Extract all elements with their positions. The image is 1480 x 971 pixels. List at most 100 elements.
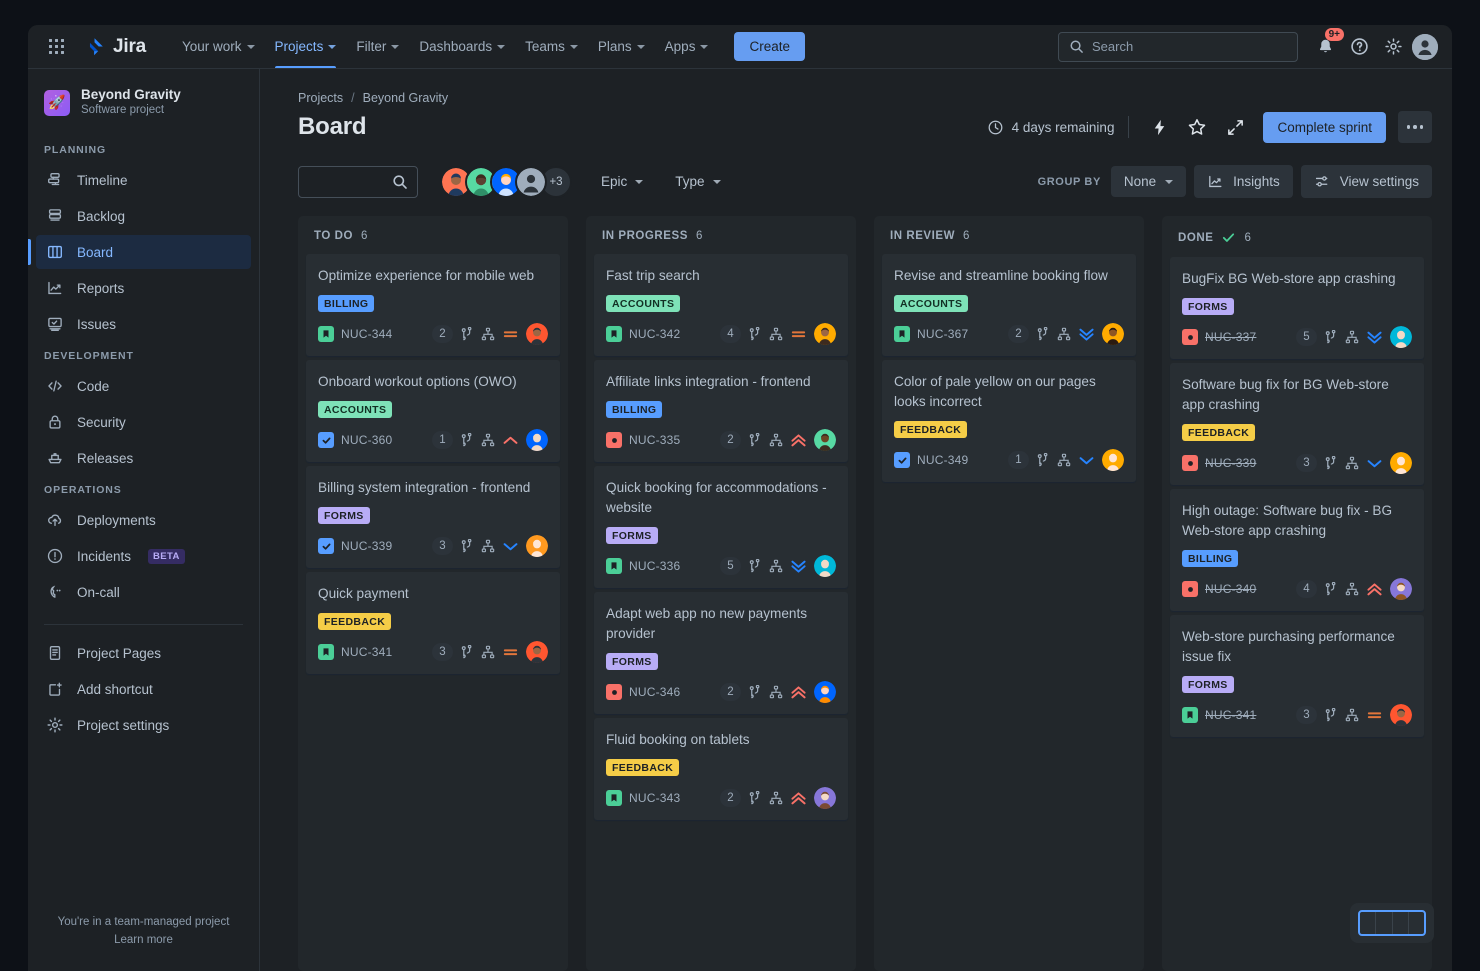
nav-plans[interactable]: Plans bbox=[588, 25, 655, 68]
assignee-avatar[interactable] bbox=[814, 323, 836, 345]
issue-card[interactable]: Software bug fix for BG Web-store app cr… bbox=[1170, 363, 1424, 485]
automation-bolt-button[interactable] bbox=[1143, 111, 1175, 143]
issue-card[interactable]: Fast trip searchACCOUNTSNUC-3424 bbox=[594, 254, 848, 356]
section-title-development: DEVELOPMENT bbox=[28, 342, 259, 368]
complete-sprint-button[interactable]: Complete sprint bbox=[1263, 112, 1386, 143]
notifications-button[interactable]: 9+ bbox=[1310, 32, 1340, 62]
issue-card[interactable]: Adapt web app no new payments providerFO… bbox=[594, 592, 848, 714]
app-switcher-icon[interactable] bbox=[42, 33, 70, 61]
issue-key[interactable]: NUC-340 bbox=[1205, 582, 1256, 596]
assignee-facepile: +3 bbox=[440, 166, 572, 198]
issue-key[interactable]: NUC-344 bbox=[341, 327, 392, 341]
sidebar-item-issues[interactable]: Issues bbox=[36, 307, 251, 341]
assignee-avatar[interactable] bbox=[814, 429, 836, 451]
assignee-avatar[interactable] bbox=[1390, 578, 1412, 600]
breadcrumb-projects[interactable]: Projects bbox=[298, 91, 343, 105]
assignee-avatar[interactable] bbox=[814, 787, 836, 809]
board-search-input[interactable] bbox=[298, 166, 418, 198]
issue-card[interactable]: Quick booking for accommodations - websi… bbox=[594, 466, 848, 588]
nav-teams[interactable]: Teams bbox=[515, 25, 588, 68]
issue-meta-row: NUC-3601 bbox=[318, 429, 548, 451]
issue-key[interactable]: NUC-360 bbox=[341, 433, 392, 447]
nav-apps[interactable]: Apps bbox=[655, 25, 719, 68]
issue-card[interactable]: BugFix BG Web-store app crashingFORMSNUC… bbox=[1170, 257, 1424, 359]
issue-card[interactable]: Optimize experience for mobile webBILLIN… bbox=[306, 254, 560, 356]
priority-lowest-icon bbox=[790, 559, 807, 574]
sidebar-item-on-call[interactable]: On-call bbox=[36, 575, 251, 609]
group-by-dropdown[interactable]: None bbox=[1111, 166, 1186, 197]
issue-card[interactable]: Billing system integration - frontendFOR… bbox=[306, 466, 560, 568]
issue-card[interactable]: Color of pale yellow on our pages looks … bbox=[882, 360, 1136, 482]
sidebar-item-add-shortcut[interactable]: Add shortcut bbox=[36, 672, 251, 706]
sidebar-item-timeline[interactable]: Timeline bbox=[36, 163, 251, 197]
sidebar-item-backlog[interactable]: Backlog bbox=[36, 199, 251, 233]
issue-card[interactable]: Revise and streamline booking flowACCOUN… bbox=[882, 254, 1136, 356]
sidebar-item-releases[interactable]: Releases bbox=[36, 441, 251, 475]
sidebar-item-board[interactable]: Board bbox=[36, 235, 251, 269]
issue-key[interactable]: NUC-349 bbox=[917, 453, 968, 467]
fullscreen-expand-button[interactable] bbox=[1219, 111, 1251, 143]
create-button[interactable]: Create bbox=[734, 32, 805, 61]
assignee-avatar[interactable] bbox=[1102, 449, 1124, 471]
sidebar-item-reports[interactable]: Reports bbox=[36, 271, 251, 305]
user-avatar[interactable] bbox=[1412, 34, 1438, 60]
assignee-avatar[interactable] bbox=[526, 641, 548, 663]
issue-label-chip: FEEDBACK bbox=[606, 759, 679, 776]
insights-button[interactable]: Insights bbox=[1194, 165, 1293, 198]
nav-filter[interactable]: Filter bbox=[346, 25, 409, 68]
issue-key[interactable]: NUC-339 bbox=[1205, 456, 1256, 470]
project-header[interactable]: 🚀 Beyond Gravity Software project bbox=[28, 83, 259, 136]
assignee-avatar[interactable] bbox=[814, 555, 836, 577]
assignee-avatar[interactable] bbox=[1102, 323, 1124, 345]
sidebar-item-project-pages[interactable]: Project Pages bbox=[36, 636, 251, 670]
issue-card[interactable]: Fluid booking on tabletsFEEDBACKNUC-3432 bbox=[594, 718, 848, 820]
issue-key[interactable]: NUC-339 bbox=[341, 539, 392, 553]
sidebar-item-security[interactable]: Security bbox=[36, 405, 251, 439]
board-view-toggle[interactable] bbox=[1350, 903, 1434, 943]
epic-filter-dropdown[interactable]: Epic bbox=[590, 167, 654, 196]
nav-projects[interactable]: Projects bbox=[265, 25, 347, 68]
done-check-icon bbox=[1221, 230, 1236, 245]
issue-card[interactable]: Web-store purchasing performance issue f… bbox=[1170, 615, 1424, 737]
assignee-avatar[interactable] bbox=[526, 535, 548, 557]
help-button[interactable] bbox=[1344, 32, 1374, 62]
view-settings-button[interactable]: View settings bbox=[1301, 165, 1432, 198]
issue-key[interactable]: NUC-341 bbox=[341, 645, 392, 659]
assignee-avatar[interactable] bbox=[526, 429, 548, 451]
more-actions-button[interactable] bbox=[1398, 111, 1432, 143]
issue-key[interactable]: NUC-336 bbox=[629, 559, 680, 573]
issue-card[interactable]: Affiliate links integration - frontendBI… bbox=[594, 360, 848, 462]
issue-key[interactable]: NUC-346 bbox=[629, 685, 680, 699]
sidebar-item-deployments[interactable]: Deployments bbox=[36, 503, 251, 537]
breadcrumb-project[interactable]: Beyond Gravity bbox=[363, 91, 448, 105]
sidebar-item-code[interactable]: Code bbox=[36, 369, 251, 403]
jira-home-link[interactable]: Jira bbox=[84, 36, 146, 58]
nav-your-work[interactable]: Your work bbox=[172, 25, 265, 68]
issue-card[interactable]: High outage: Software bug fix - BG Web-s… bbox=[1170, 489, 1424, 611]
assignee-avatar[interactable] bbox=[526, 323, 548, 345]
settings-gear-button[interactable] bbox=[1378, 32, 1408, 62]
issue-card[interactable]: Onboard workout options (OWO)ACCOUNTSNUC… bbox=[306, 360, 560, 462]
avatar[interactable] bbox=[515, 166, 547, 198]
issue-card[interactable]: Quick paymentFEEDBACKNUC-3413 bbox=[306, 572, 560, 674]
assignee-avatar[interactable] bbox=[1390, 704, 1412, 726]
assignee-avatar[interactable] bbox=[1390, 326, 1412, 348]
issue-key[interactable]: NUC-341 bbox=[1205, 708, 1256, 722]
learn-more-link[interactable]: Learn more bbox=[44, 931, 243, 949]
issue-key[interactable]: NUC-337 bbox=[1205, 330, 1256, 344]
star-favorite-button[interactable] bbox=[1181, 111, 1213, 143]
nav-dashboards[interactable]: Dashboards bbox=[409, 25, 515, 68]
sidebar-item-incidents[interactable]: Incidents BETA bbox=[36, 539, 251, 573]
type-filter-dropdown[interactable]: Type bbox=[664, 167, 731, 196]
branch-icon bbox=[748, 559, 762, 573]
issue-key[interactable]: NUC-342 bbox=[629, 327, 680, 341]
issue-key[interactable]: NUC-343 bbox=[629, 791, 680, 805]
sidebar-item-project-settings[interactable]: Project settings bbox=[36, 708, 251, 742]
issue-key[interactable]: NUC-335 bbox=[629, 433, 680, 447]
assignee-avatar[interactable] bbox=[814, 681, 836, 703]
global-search-input[interactable]: Search bbox=[1058, 32, 1298, 62]
issue-label-chip: FORMS bbox=[1182, 676, 1234, 693]
issue-key[interactable]: NUC-367 bbox=[917, 327, 968, 341]
divider bbox=[1128, 116, 1129, 138]
assignee-avatar[interactable] bbox=[1390, 452, 1412, 474]
